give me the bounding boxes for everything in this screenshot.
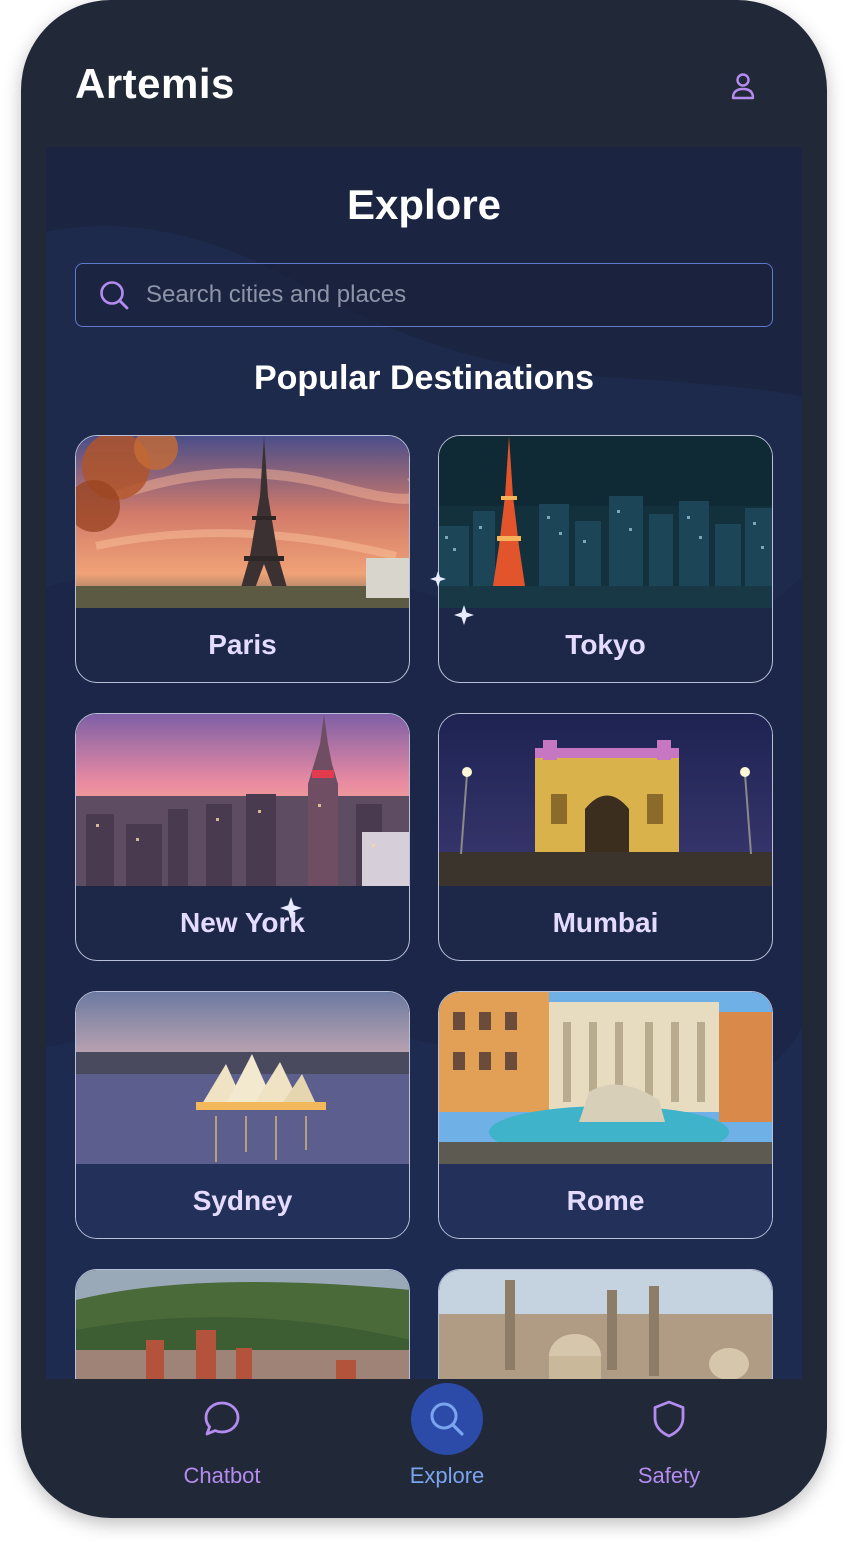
profile-button[interactable] bbox=[725, 68, 761, 104]
nav-icon-container bbox=[411, 1383, 483, 1455]
user-icon bbox=[731, 73, 755, 100]
nav-label: Safety bbox=[637, 1463, 701, 1488]
search-icon bbox=[100, 281, 129, 310]
tokyo-photo bbox=[439, 436, 772, 608]
page-title: Explore bbox=[346, 181, 502, 228]
paris-photo bbox=[76, 436, 409, 608]
nav-icon-container bbox=[633, 1383, 705, 1455]
destination-card-rome[interactable]: Rome bbox=[438, 991, 773, 1239]
sparkle-icon bbox=[430, 571, 446, 587]
nav-label: Explore bbox=[409, 1463, 485, 1488]
nav-safety[interactable]: Safety bbox=[589, 1379, 749, 1499]
sparkle-icon bbox=[454, 605, 474, 625]
destination-name: Sydney bbox=[76, 1164, 409, 1238]
destination-name: Paris bbox=[208, 629, 277, 660]
mumbai-photo bbox=[439, 714, 772, 886]
bottom-navigation: Chatbot Explore Safety bbox=[46, 1379, 802, 1499]
destination-card-mumbai[interactable]: Mumbai bbox=[438, 713, 773, 961]
shield-icon bbox=[653, 1400, 685, 1438]
sydney-photo bbox=[76, 992, 409, 1164]
nav-chatbot[interactable]: Chatbot bbox=[142, 1379, 302, 1499]
destination-card[interactable] bbox=[438, 1269, 773, 1379]
section-title: Popular Destinations bbox=[253, 359, 595, 397]
nav-label: Chatbot bbox=[183, 1463, 261, 1488]
search-input[interactable] bbox=[144, 280, 756, 310]
search-bar[interactable] bbox=[75, 263, 773, 327]
destination-photo bbox=[439, 1270, 772, 1379]
destination-name: Mumbai bbox=[552, 907, 659, 938]
nav-icon-container bbox=[186, 1383, 258, 1455]
app-title: Artemis bbox=[75, 60, 235, 107]
explore-screen: Explore Popular Destinations bbox=[46, 147, 802, 1379]
search-icon bbox=[430, 1402, 464, 1436]
chat-bubble-icon bbox=[204, 1401, 240, 1436]
rome-photo bbox=[439, 992, 772, 1164]
destination-card-paris[interactable]: Paris bbox=[75, 435, 410, 683]
sparkle-icon bbox=[280, 897, 302, 919]
destination-name: Tokyo bbox=[565, 629, 646, 660]
destination-photo bbox=[76, 1270, 409, 1379]
nav-explore[interactable]: Explore bbox=[367, 1379, 527, 1499]
destination-card-tokyo[interactable]: Tokyo bbox=[438, 435, 773, 683]
phone-frame: Artemis Explore Popular Destinations bbox=[21, 0, 827, 1518]
destination-card-sydney[interactable]: Sydney bbox=[75, 991, 410, 1239]
destination-name: New York bbox=[179, 907, 305, 938]
destinations-grid: Paris Tokyo New York Mumbai Sydney Rome bbox=[75, 435, 773, 1379]
destination-card[interactable] bbox=[75, 1269, 410, 1379]
new-york-photo bbox=[76, 714, 409, 886]
destination-name: Rome bbox=[439, 1164, 772, 1238]
destination-card-new-york[interactable]: New York bbox=[75, 713, 410, 961]
